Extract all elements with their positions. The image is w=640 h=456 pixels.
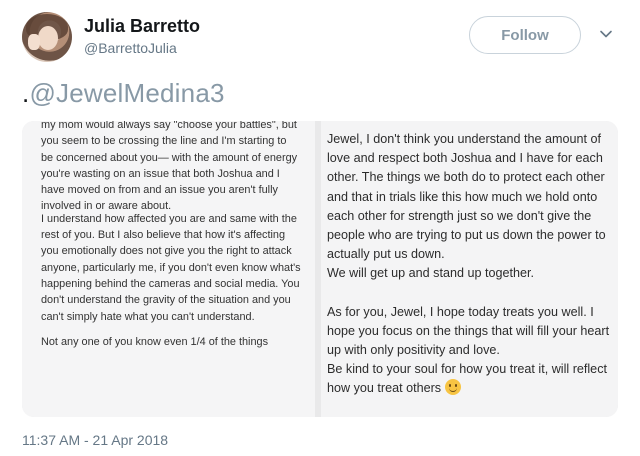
user-name[interactable]: Julia Barretto xyxy=(84,16,200,37)
mention-link[interactable]: @JewelMedina3 xyxy=(29,78,224,108)
tweet-timestamp[interactable]: 11:37 AM - 21 Apr 2018 xyxy=(22,432,168,448)
right-paragraph: Jewel, I don't think you understand the … xyxy=(327,132,606,262)
tweet-text: .@JewelMedina3 xyxy=(22,78,225,109)
left-paragraph: Not any one of you know even 1/4 of the … xyxy=(41,335,269,348)
right-paragraph-last: Be kind to your soul for how you treat i… xyxy=(327,360,612,398)
right-paragraph: As for you, Jewel, I hope today treats y… xyxy=(327,304,610,358)
media-panel-right: Jewel, I don't think you understand the … xyxy=(321,121,618,417)
avatar-face xyxy=(38,26,58,50)
tweet-media-image[interactable]: my mom would always say "choose your bat… xyxy=(22,121,618,417)
left-paragraph: I understand how affected you are and sa… xyxy=(41,212,301,323)
tweet-header: Julia Barretto @BarrettoJulia Follow xyxy=(22,12,622,66)
right-paragraph-text: Be kind to your soul for how you treat i… xyxy=(327,362,607,396)
follow-button[interactable]: Follow xyxy=(469,16,581,54)
media-panel-left: my mom would always say "choose your bat… xyxy=(22,121,315,417)
right-paragraph: We will get up and stand up together. xyxy=(327,266,535,281)
user-handle[interactable]: @BarrettoJulia xyxy=(84,40,177,56)
avatar[interactable] xyxy=(22,12,72,62)
chevron-down-icon[interactable] xyxy=(598,26,614,42)
smiling-face-emoji-icon xyxy=(444,379,461,396)
avatar-hand xyxy=(28,34,40,50)
left-paragraph: my mom would always say "choose your bat… xyxy=(41,121,298,213)
